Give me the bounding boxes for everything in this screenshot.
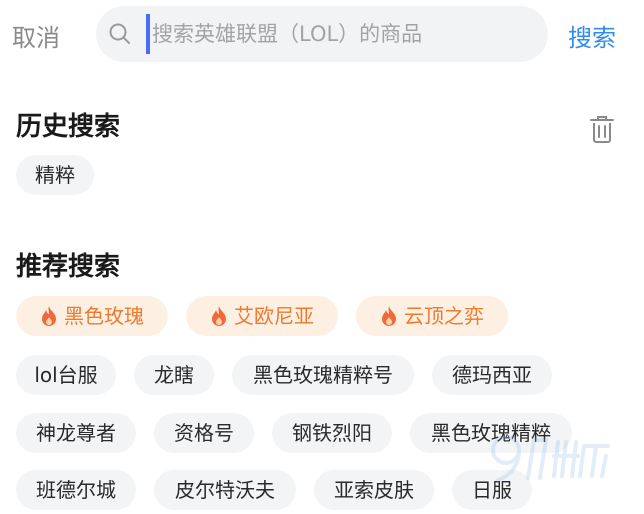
- flame-icon: [212, 306, 226, 326]
- hot-chip-label: 云顶之弈: [404, 304, 484, 328]
- search-bar[interactable]: [96, 6, 548, 62]
- cancel-button[interactable]: 取消: [12, 18, 60, 53]
- recommend-chip[interactable]: 钢铁烈阳: [272, 413, 392, 453]
- hot-chip[interactable]: 艾欧尼亚: [186, 296, 338, 336]
- recommend-chip[interactable]: 皮尔特沃夫: [154, 470, 296, 510]
- hot-chip-label: 黑色玫瑰: [64, 304, 144, 328]
- recommend-chip[interactable]: lol台服: [16, 355, 116, 395]
- flame-icon: [382, 306, 396, 326]
- search-button[interactable]: 搜索: [568, 18, 616, 53]
- recommend-chip[interactable]: 亚索皮肤: [314, 470, 434, 510]
- search-header: 取消 搜索: [0, 0, 644, 70]
- hot-chip[interactable]: 云顶之弈: [356, 296, 508, 336]
- recommend-chip[interactable]: 德玛西亚: [432, 355, 552, 395]
- search-icon: [109, 23, 130, 44]
- hot-chip[interactable]: 黑色玫瑰: [16, 296, 168, 336]
- history-title: 历史搜索: [16, 112, 121, 142]
- watermark-logo: [491, 435, 610, 482]
- recommend-chip[interactable]: 黑色玫瑰精粹号: [232, 355, 414, 395]
- flame-icon: [42, 306, 56, 326]
- search-page: 取消 搜索 历史搜索 精粹 推荐搜索 黑色玫瑰 艾欧尼亚: [0, 0, 644, 514]
- recommend-chip[interactable]: 班德尔城: [16, 470, 136, 510]
- history-chip[interactable]: 精粹: [16, 155, 94, 195]
- recommended-title: 推荐搜索: [16, 252, 121, 282]
- recommend-chip[interactable]: 龙瞎: [134, 355, 214, 395]
- recommend-chip[interactable]: 神龙尊者: [16, 413, 136, 453]
- search-input[interactable]: [146, 14, 538, 54]
- hot-chip-label: 艾欧尼亚: [234, 304, 314, 328]
- trash-icon[interactable]: [588, 114, 616, 144]
- recommend-chip[interactable]: 资格号: [154, 413, 254, 453]
